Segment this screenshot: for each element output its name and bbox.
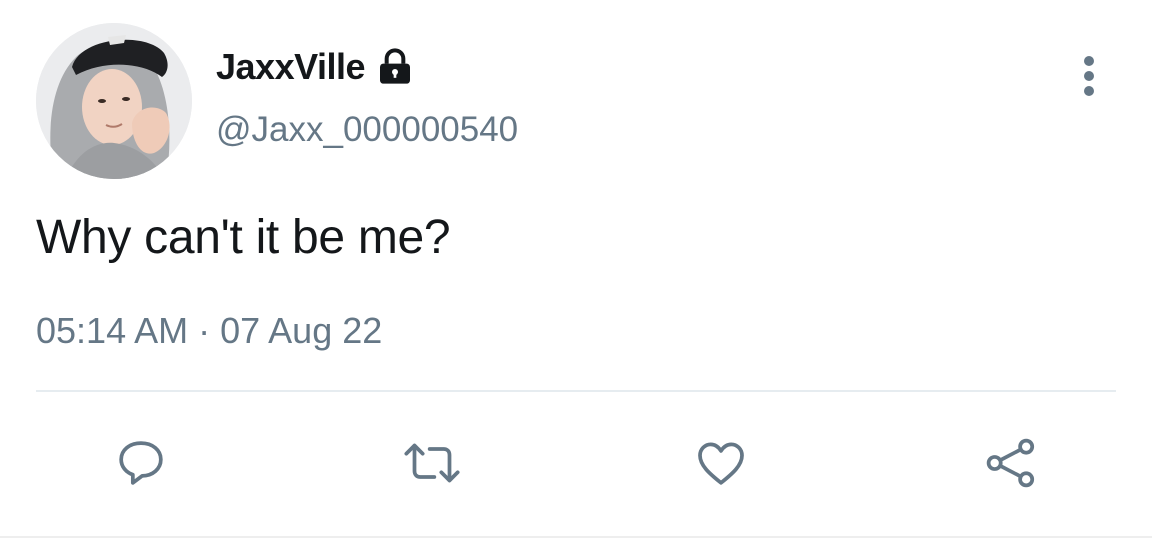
lock-icon xyxy=(375,47,415,87)
tweet-time: 05:14 AM xyxy=(36,310,189,351)
bottom-divider xyxy=(0,536,1152,538)
reply-icon xyxy=(119,441,163,485)
more-options-button[interactable] xyxy=(1072,52,1106,100)
like-button[interactable] xyxy=(686,428,756,498)
more-vertical-icon xyxy=(1084,56,1094,96)
heart-icon xyxy=(698,442,744,485)
share-icon xyxy=(986,438,1035,488)
avatar-image xyxy=(36,23,192,179)
share-button[interactable] xyxy=(976,428,1046,498)
retweet-icon xyxy=(404,443,460,483)
tweet-date: 07 Aug 22 xyxy=(220,310,383,351)
timestamp: 05:14 AM · 07 Aug 22 xyxy=(36,310,382,352)
display-name[interactable]: JaxxVille xyxy=(216,46,365,88)
reply-button[interactable] xyxy=(106,428,176,498)
action-bar xyxy=(0,428,1152,498)
avatar[interactable] xyxy=(36,23,192,179)
timestamp-separator: · xyxy=(198,310,211,351)
retweet-button[interactable] xyxy=(397,428,467,498)
tweet-text: Why can't it be me? xyxy=(36,211,451,264)
display-name-row: JaxxVille xyxy=(216,42,415,92)
divider xyxy=(36,390,1116,392)
user-handle[interactable]: @Jaxx_000000540 xyxy=(216,110,518,150)
tweet-card: JaxxVille @Jaxx_000000540 Why can't it b… xyxy=(0,0,1152,555)
